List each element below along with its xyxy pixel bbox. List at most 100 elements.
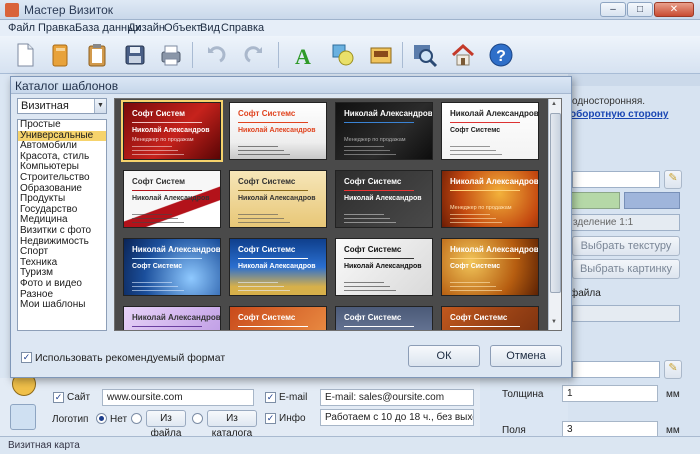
card-rule (450, 258, 520, 259)
recommended-format-checkbox[interactable]: ✓ (21, 352, 32, 363)
template-card[interactable]: Софт Системс Николай Александров (335, 170, 433, 228)
from-catalog-button[interactable]: Из каталога (207, 410, 257, 439)
division-select[interactable]: зделение 1:1 (570, 214, 680, 231)
info-input[interactable]: Работаем с 10 до 18 ч., без выходных (320, 409, 474, 426)
template-card[interactable]: Софт Системс Николай Александров (335, 238, 433, 296)
template-card[interactable]: Софт Систем Николай Александров (123, 170, 221, 228)
menu-view[interactable]: Вид (200, 22, 220, 34)
category-item[interactable]: Строительство (18, 172, 106, 184)
one-sided-text: односторонняя. (572, 96, 646, 107)
card-title: Николай Александров (450, 109, 539, 118)
category-item[interactable]: Фото и видео (18, 278, 106, 290)
menu-edit[interactable]: Правка (38, 22, 75, 34)
template-card[interactable]: Николай Александров (123, 306, 221, 330)
card-detail-line (238, 286, 284, 287)
choose-picture-button[interactable]: Выбрать картинку (572, 259, 680, 279)
text-icon[interactable]: A (288, 40, 318, 70)
logo-file-radio[interactable] (131, 413, 142, 424)
card-title: Софт Системс (238, 245, 296, 254)
site-input[interactable]: www.oursite.com (102, 389, 254, 406)
gallery-scrollbar[interactable]: ▲ ▼ (548, 99, 561, 330)
menu-help[interactable]: Справка (221, 22, 264, 34)
cancel-button[interactable]: Отмена (490, 345, 562, 367)
logo-catalog-radio[interactable] (192, 413, 203, 424)
card-title: Софт Системс (450, 313, 508, 322)
site-checkbox[interactable]: ✓ (53, 392, 64, 403)
email-input[interactable]: E-mail: sales@oursite.com (320, 389, 474, 406)
shapes-icon[interactable] (328, 40, 358, 70)
pick-border-color-icon[interactable]: ✎ (664, 360, 682, 379)
category-item[interactable]: Визитки с фото (18, 225, 106, 237)
template-card[interactable]: Николай Александров Менеджер по продажам (441, 170, 539, 228)
template-card[interactable]: Софт Системс (229, 306, 327, 330)
template-card[interactable]: Николай Александров Софт Системс (441, 102, 539, 160)
category-list[interactable]: Простые Универсальные Автомобили Красота, с… (17, 119, 107, 331)
menu-object[interactable]: Объект (164, 22, 201, 34)
chevron-down-icon[interactable]: ▼ (94, 99, 106, 113)
margins-unit: мм (666, 425, 680, 436)
template-card[interactable]: Николай Александров Софт Системс (123, 238, 221, 296)
card-detail-line (344, 222, 396, 223)
template-card[interactable]: Софт Системс (335, 306, 433, 330)
site-label: Сайт (67, 392, 91, 403)
info-checkbox[interactable]: ✓ (265, 413, 276, 424)
template-card[interactable]: Софт Системс Николай Александров (229, 238, 327, 296)
help-icon[interactable]: ? (486, 40, 516, 70)
scroll-up-icon[interactable]: ▲ (551, 101, 557, 107)
scroll-down-icon[interactable]: ▼ (551, 319, 557, 325)
thickness-input[interactable]: 1 (562, 385, 658, 402)
green-swatch[interactable] (570, 192, 620, 209)
file-field[interactable] (572, 305, 680, 322)
card-detail-line (238, 222, 290, 223)
choose-texture-button[interactable]: Выбрать текстуру (572, 236, 680, 256)
maximize-button[interactable]: □ (627, 2, 653, 17)
card-detail-line (344, 214, 384, 215)
undo-icon[interactable] (200, 40, 230, 70)
template-card[interactable]: Николай Александров Софт Системс (441, 238, 539, 296)
redo-icon[interactable] (240, 40, 270, 70)
from-file-button[interactable]: Из файла (146, 410, 186, 439)
window-title: Мастер Визиток (24, 3, 114, 17)
back-side-link[interactable]: оборотную сторону (570, 109, 668, 120)
minimize-button[interactable]: – (600, 2, 626, 17)
template-card[interactable]: Софт Системс Николай Александров (229, 102, 327, 160)
card-title: Николай Александров (450, 177, 539, 186)
menu-design[interactable]: Дизайн (128, 22, 165, 34)
menu-file[interactable]: Файл (8, 22, 35, 34)
category-item[interactable]: Простые (18, 119, 106, 131)
template-gallery[interactable]: Софт Систем Николай Александров Менеджер п… (114, 98, 562, 331)
template-card[interactable]: Софт Системс (441, 306, 539, 330)
pick-color-icon[interactable]: ✎ (664, 170, 682, 189)
color-field[interactable] (572, 171, 660, 188)
close-button[interactable]: ✕ (654, 2, 694, 17)
new-file-icon[interactable] (10, 40, 40, 70)
scroll-thumb[interactable] (550, 113, 561, 293)
card-rule (132, 122, 202, 123)
logo-none-radio[interactable] (96, 413, 107, 424)
logo-label: Логотип (52, 414, 89, 425)
save-icon[interactable] (120, 40, 150, 70)
card-title: Николай Александров (132, 313, 221, 322)
panel-header (568, 74, 700, 86)
card-type-select[interactable]: Визитная ▼ (17, 98, 107, 114)
template-card[interactable]: Софт Системс Николай Александров (229, 170, 327, 228)
zoom-icon[interactable] (410, 40, 440, 70)
home-icon[interactable] (448, 40, 478, 70)
ok-button[interactable]: ОК (408, 345, 480, 367)
person-search-icon[interactable] (10, 404, 36, 430)
category-item[interactable]: Мои шаблоны (18, 299, 106, 311)
card-rule (238, 122, 308, 123)
card-title: Николай Александров (132, 245, 221, 254)
app-icon (5, 3, 19, 17)
clipboard-icon[interactable] (82, 40, 112, 70)
open-folder-icon[interactable] (46, 40, 76, 70)
template-card[interactable]: Софт Систем Николай Александров Менеджер п… (121, 100, 223, 162)
image-icon[interactable] (366, 40, 396, 70)
card-rule (132, 258, 202, 259)
border-color-field[interactable] (572, 361, 660, 378)
email-checkbox[interactable]: ✓ (265, 392, 276, 403)
card-title: Софт Системс (238, 109, 296, 118)
blue-swatch[interactable] (624, 192, 680, 209)
print-icon[interactable] (156, 40, 186, 70)
template-card[interactable]: Николай Александров Менеджер по продажам (335, 102, 433, 160)
